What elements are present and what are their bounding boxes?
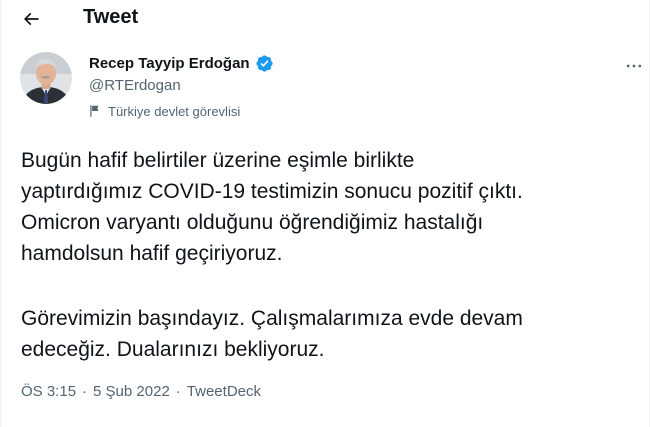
tweet-date[interactable]: 5 Şub 2022 — [93, 383, 170, 400]
tweet-text-paragraph-2: Görevimizin başındayız. Çalışmalarımıza … — [21, 307, 523, 361]
profile-photo — [20, 52, 72, 104]
author-name-row: Recep Tayyip Erdoğan — [89, 53, 274, 73]
author-name[interactable]: Recep Tayyip Erdoğan — [89, 55, 250, 72]
avatar[interactable] — [20, 52, 72, 104]
meta-separator: · — [82, 382, 88, 400]
tweet-text-paragraph-1: Bugün hafif belirtiler üzerine eşimle bi… — [21, 149, 523, 265]
government-label: Türkiye devlet görevlisi — [88, 102, 240, 120]
back-button[interactable] — [15, 3, 47, 35]
tweet-meta: ÖS 3:15 · 5 Şub 2022 · TweetDeck — [21, 381, 261, 401]
top-bar: Tweet — [1, 0, 649, 38]
more-horizontal-icon — [626, 64, 642, 68]
tweet-page: Tweet Recep Tayyip Erdoğan @RTErdogan Tü… — [0, 0, 650, 427]
tweet-time[interactable]: ÖS 3:15 — [21, 383, 76, 400]
meta-separator: · — [175, 382, 181, 400]
flag-icon — [90, 105, 99, 117]
author-handle[interactable]: @RTErdogan — [89, 77, 181, 94]
page-title: Tweet — [83, 6, 139, 28]
verified-badge-icon — [255, 54, 273, 72]
tweet-source[interactable]: TweetDeck — [187, 383, 261, 400]
government-label-text: Türkiye devlet görevlisi — [108, 103, 241, 119]
arrow-left-icon — [23, 12, 39, 26]
more-options-button[interactable] — [620, 56, 648, 76]
